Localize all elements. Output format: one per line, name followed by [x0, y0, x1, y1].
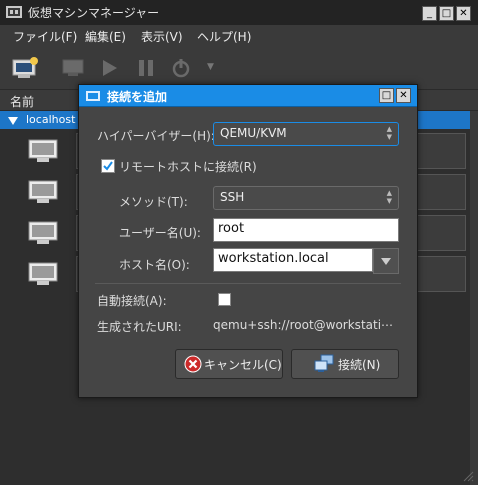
connect-icon [314, 354, 334, 374]
separator [95, 283, 401, 284]
vm-monitor-icon [28, 139, 58, 163]
column-name-header[interactable]: 名前 [10, 93, 34, 110]
cancel-button-label: キャンセル(C) [204, 358, 282, 372]
add-connection-dialog: 接続を追加 □ ✕ ハイパーバイザー(H): QEMU/KVM ▲ ▼ リモートホ… [78, 84, 418, 398]
maximize-button[interactable]: □ [439, 6, 454, 21]
hypervisor-value: QEMU/KVM [220, 126, 287, 140]
connection-label: localhost ( [26, 113, 84, 126]
hypervisor-label: ハイパーバイザー(H): [97, 129, 215, 143]
dialog-title: 接続を追加 [107, 90, 168, 104]
hostname-dropdown-button[interactable] [373, 248, 399, 274]
connect-button[interactable]: 接続(N) [291, 349, 399, 379]
menu-help[interactable]: ヘルプ(H) [197, 28, 251, 45]
new-vm-icon[interactable] [12, 56, 40, 80]
generated-uri-label: 生成されたURI: [97, 320, 182, 334]
autoconnect-label: 自動接続(A): [97, 294, 167, 308]
dialog-close-button[interactable]: ✕ [396, 88, 411, 103]
remote-host-label[interactable]: リモートホストに接続(R) [119, 158, 257, 175]
username-value: root [218, 221, 245, 236]
autoconnect-checkbox[interactable] [218, 293, 231, 306]
vm-monitor-icon [28, 180, 58, 204]
vm-monitor-icon [28, 221, 58, 245]
cancel-button[interactable]: キャンセル(C) [175, 349, 283, 379]
menu-view[interactable]: 表示(V) [141, 28, 183, 45]
minimize-button[interactable]: _ [422, 6, 437, 21]
menu-edit[interactable]: 編集(E) [85, 28, 126, 45]
method-label: メソッド(T): [119, 195, 188, 209]
generated-uri-value: qemu+ssh://root@workstati⋯ [213, 318, 394, 332]
dialog-app-icon [86, 90, 100, 101]
dialog-titlebar: 接続を追加 □ ✕ [79, 85, 417, 107]
connect-button-label: 接続(N) [338, 358, 381, 372]
menubar: ファイル(F) 編集(E) 表示(V) ヘルプ(H) [0, 25, 478, 47]
hostname-field[interactable]: workstation.local [213, 248, 373, 272]
remote-host-checkbox[interactable] [101, 159, 115, 173]
run-icon[interactable] [100, 58, 120, 78]
window-title: 仮想マシンマネージャー [28, 6, 160, 20]
open-console-icon[interactable] [62, 58, 86, 78]
updown-arrows-icon: ▲ ▼ [386, 189, 392, 205]
app-icon [6, 6, 22, 18]
vm-monitor-icon [28, 262, 58, 286]
method-select[interactable]: SSH ▲ ▼ [213, 186, 399, 210]
checkmark-icon [103, 161, 113, 171]
method-value: SSH [220, 190, 245, 204]
chevron-down-icon [381, 258, 391, 265]
close-button[interactable]: ✕ [456, 6, 471, 21]
menu-file[interactable]: ファイル(F) [13, 28, 77, 45]
updown-arrows-icon: ▲ ▼ [386, 125, 392, 141]
cancel-icon [184, 355, 202, 373]
hypervisor-select[interactable]: QEMU/KVM ▲ ▼ [213, 122, 399, 146]
shutdown-icon[interactable] [171, 58, 191, 78]
main-titlebar: 仮想マシンマネージャー _ □ ✕ [0, 0, 478, 26]
resize-grip-icon[interactable] [462, 470, 474, 482]
username-label: ユーザー名(U): [119, 226, 201, 240]
pause-icon[interactable] [136, 58, 156, 78]
expander-chevron-down-icon[interactable] [8, 115, 18, 125]
hostname-label: ホスト名(O): [119, 258, 190, 272]
dialog-maximize-button[interactable]: □ [379, 88, 394, 103]
shutdown-menu-chevron-down-icon[interactable]: ▼ [207, 62, 214, 72]
username-field[interactable]: root [213, 218, 399, 242]
hostname-value: workstation.local [218, 251, 329, 266]
